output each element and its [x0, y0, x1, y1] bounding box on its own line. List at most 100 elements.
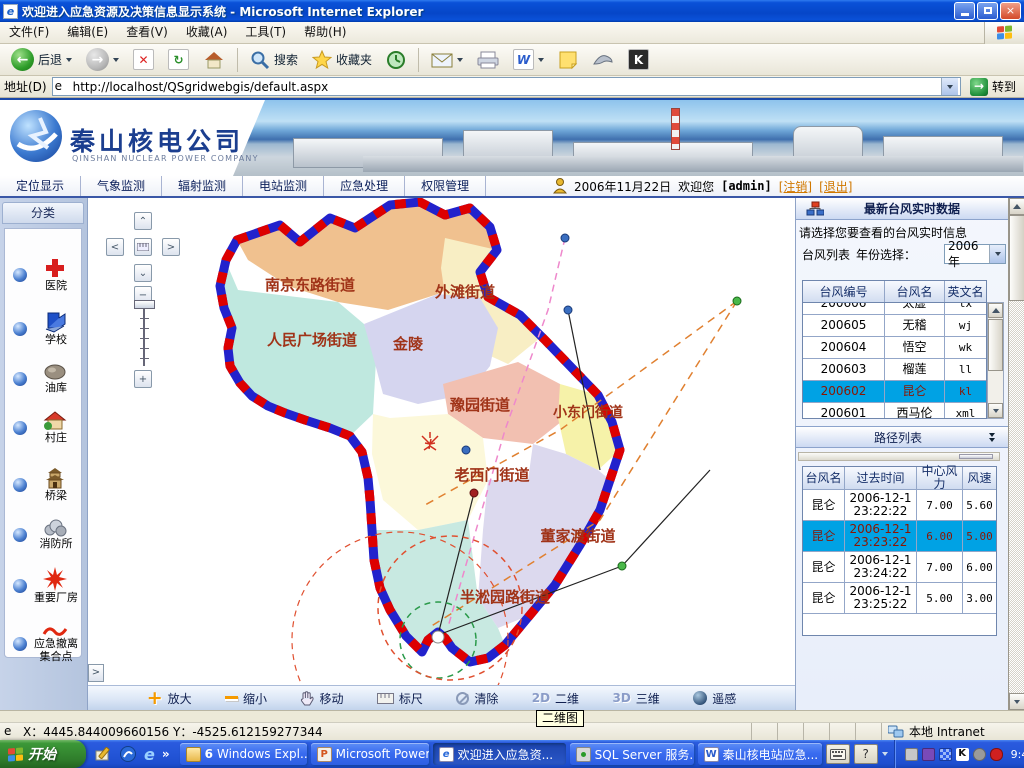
tray-kaspersky-icon[interactable]: K [956, 748, 969, 761]
tray-volume-icon[interactable] [973, 748, 986, 761]
show-desktop-icon[interactable] [94, 745, 112, 763]
k-tool-button[interactable]: K [623, 46, 654, 73]
sidebar-item-hospital[interactable]: 医院 [5, 257, 83, 292]
typhoon-row-selected[interactable]: 200602 昆仑 kl [803, 381, 986, 403]
sphere-bullet-icon[interactable] [13, 372, 27, 386]
sphere-bullet-icon[interactable] [13, 478, 27, 492]
zoom-out-button[interactable]: 缩小 [225, 690, 267, 707]
typhoon-row[interactable]: 200601 西马伦 xml [803, 403, 986, 419]
tray-grid-icon[interactable] [939, 748, 952, 761]
task-powerpoint[interactable]: P Microsoft PowerP... [311, 743, 429, 765]
menu-file[interactable]: 文件(F) [0, 22, 58, 43]
task-sql-server[interactable]: SQL Server 服务... [570, 743, 694, 765]
scroll-thumb[interactable] [988, 319, 1003, 371]
menu-favorites[interactable]: 收藏(A) [177, 22, 237, 43]
sphere-bullet-icon[interactable] [13, 322, 27, 336]
tab-permission-manage[interactable]: 权限管理 [405, 176, 486, 196]
year-select-arrow-icon[interactable] [989, 245, 1005, 263]
refresh-button[interactable]: ↻ [163, 46, 194, 73]
pan-up-button[interactable]: ⌃ [134, 212, 152, 230]
year-select[interactable]: 2006年 [944, 244, 1006, 264]
task-word-doc[interactable]: W 秦山核电站应急... [698, 743, 822, 765]
ruler-button[interactable]: 标尺 [377, 690, 423, 707]
tab-location-display[interactable]: 定位显示 [0, 176, 81, 196]
sidebar-item-assembly-point[interactable]: 应急撤离集合点 [5, 625, 83, 663]
path-splitter[interactable] [798, 452, 1000, 461]
track-point-blue[interactable] [462, 446, 470, 454]
zoom-slider-track[interactable] [140, 308, 149, 366]
sphere-bullet-icon[interactable] [13, 268, 27, 282]
typhoon-row[interactable]: 200604 悟空 wk [803, 337, 986, 359]
typhoon-row[interactable]: 200606 太虚 tx [803, 302, 986, 315]
typhoon-row[interactable]: 200603 榴莲 ll [803, 359, 986, 381]
sidebar-item-fire-station[interactable]: 消防所 [5, 519, 83, 550]
address-dropdown-button[interactable] [941, 78, 958, 95]
sidebar-item-oil-depot[interactable]: 油库 [5, 363, 83, 394]
task-ie-current[interactable]: e 欢迎进入应急资... [433, 743, 566, 765]
home-button[interactable] [198, 47, 230, 73]
path-row-selected[interactable]: 昆仑 2006-12-123:23:22 6.00 5.00 [803, 521, 996, 552]
exit-link[interactable]: [退出] [819, 178, 852, 195]
view-3d-button[interactable]: 3D 三维 [612, 690, 659, 707]
stop-button[interactable]: ✕ [128, 46, 159, 73]
track-point-blue[interactable] [561, 234, 569, 242]
menu-view[interactable]: 查看(V) [117, 22, 177, 43]
track-point-green[interactable] [733, 297, 741, 305]
forward-button[interactable]: → [81, 45, 124, 74]
msn-icon[interactable] [119, 745, 137, 763]
clear-button[interactable]: 清除 [456, 690, 498, 707]
pan-right-button[interactable]: > [162, 238, 180, 256]
path-row[interactable]: 昆仑 2006-12-123:24:22 7.00 6.00 [803, 552, 996, 583]
zoom-in-button[interactable]: + 放大 [147, 690, 192, 707]
collapse-chevron-icon[interactable] [989, 433, 995, 442]
remote-sensing-button[interactable]: 遥感 [693, 690, 736, 707]
tray-sql-icon[interactable] [905, 748, 918, 761]
map-svg[interactable]: 南京东路街道 外滩街道 人民广场街道 金陵 豫园街道 小东门街道 老西门街道 董… [88, 198, 795, 685]
logout-link[interactable]: [注销] [779, 178, 812, 195]
sphere-bullet-icon[interactable] [13, 528, 27, 542]
tab-emergency-handle[interactable]: 应急处理 [324, 176, 405, 196]
path-row[interactable]: 昆仑 2006-12-123:25:22 5.00 3.00 [803, 583, 996, 614]
track-point-blue[interactable] [564, 306, 572, 314]
tab-station-monitor[interactable]: 电站监测 [243, 176, 324, 196]
tray-nvidia-icon[interactable] [922, 748, 935, 761]
keyboard-language-button[interactable] [826, 744, 850, 764]
history-button[interactable] [381, 47, 411, 73]
mail-button[interactable] [426, 49, 468, 71]
close-button[interactable]: × [1000, 2, 1021, 20]
sidebar-item-school[interactable]: 学校 [5, 311, 83, 346]
tab-radiation-monitor[interactable]: 辐射监测 [162, 176, 243, 196]
print-button[interactable] [472, 48, 504, 72]
start-button[interactable]: 开始 [0, 740, 86, 768]
tool-claw-button[interactable] [587, 47, 619, 73]
quick-launch-overflow-icon[interactable]: » [162, 747, 170, 761]
sidebar-item-village[interactable]: 村庄 [5, 411, 83, 444]
page-scrollbar[interactable] [1008, 198, 1024, 710]
menu-help[interactable]: 帮助(H) [295, 22, 355, 43]
language-bar-options-icon[interactable] [882, 752, 888, 756]
tray-ati-icon[interactable] [990, 748, 1003, 761]
restore-button[interactable] [977, 2, 998, 20]
back-button[interactable]: ← 后退 [6, 45, 77, 74]
menu-tools[interactable]: 工具(T) [236, 22, 295, 43]
sidebar-item-important-plant[interactable]: 重要厂房 [5, 567, 83, 604]
path-list-header[interactable]: 路径列表 [796, 426, 1009, 448]
tab-weather-monitor[interactable]: 气象监测 [81, 176, 162, 196]
search-button[interactable]: 搜索 [245, 47, 303, 73]
go-button[interactable]: → 转到 [966, 77, 1020, 97]
minimize-button[interactable] [954, 2, 975, 20]
note-button[interactable] [553, 47, 583, 73]
typhoon-row[interactable]: 200605 无稽 wj [803, 315, 986, 337]
typhoon-table-scrollbar[interactable] [987, 302, 1004, 419]
path-row[interactable]: 昆仑 2006-12-123:22:22 7.00 5.60 [803, 490, 996, 521]
expand-panel-button[interactable]: > [88, 664, 104, 682]
typhoon-center-point[interactable] [432, 631, 444, 643]
ie-quicklaunch-icon[interactable]: e [144, 745, 155, 764]
map-area[interactable]: 南京东路街道 外滩街道 人民广场街道 金陵 豫园街道 小东门街道 老西门街道 董… [88, 198, 795, 710]
track-point-red[interactable] [470, 489, 478, 497]
favorites-button[interactable]: 收藏夹 [307, 47, 377, 73]
sphere-bullet-icon[interactable] [13, 637, 27, 651]
address-input[interactable]: e http://localhost/QSgridwebgis/default.… [52, 77, 961, 96]
pan-button[interactable]: 移动 [300, 690, 343, 707]
task-windows-explorer-group[interactable]: 6 Windows Expl... [180, 743, 307, 765]
